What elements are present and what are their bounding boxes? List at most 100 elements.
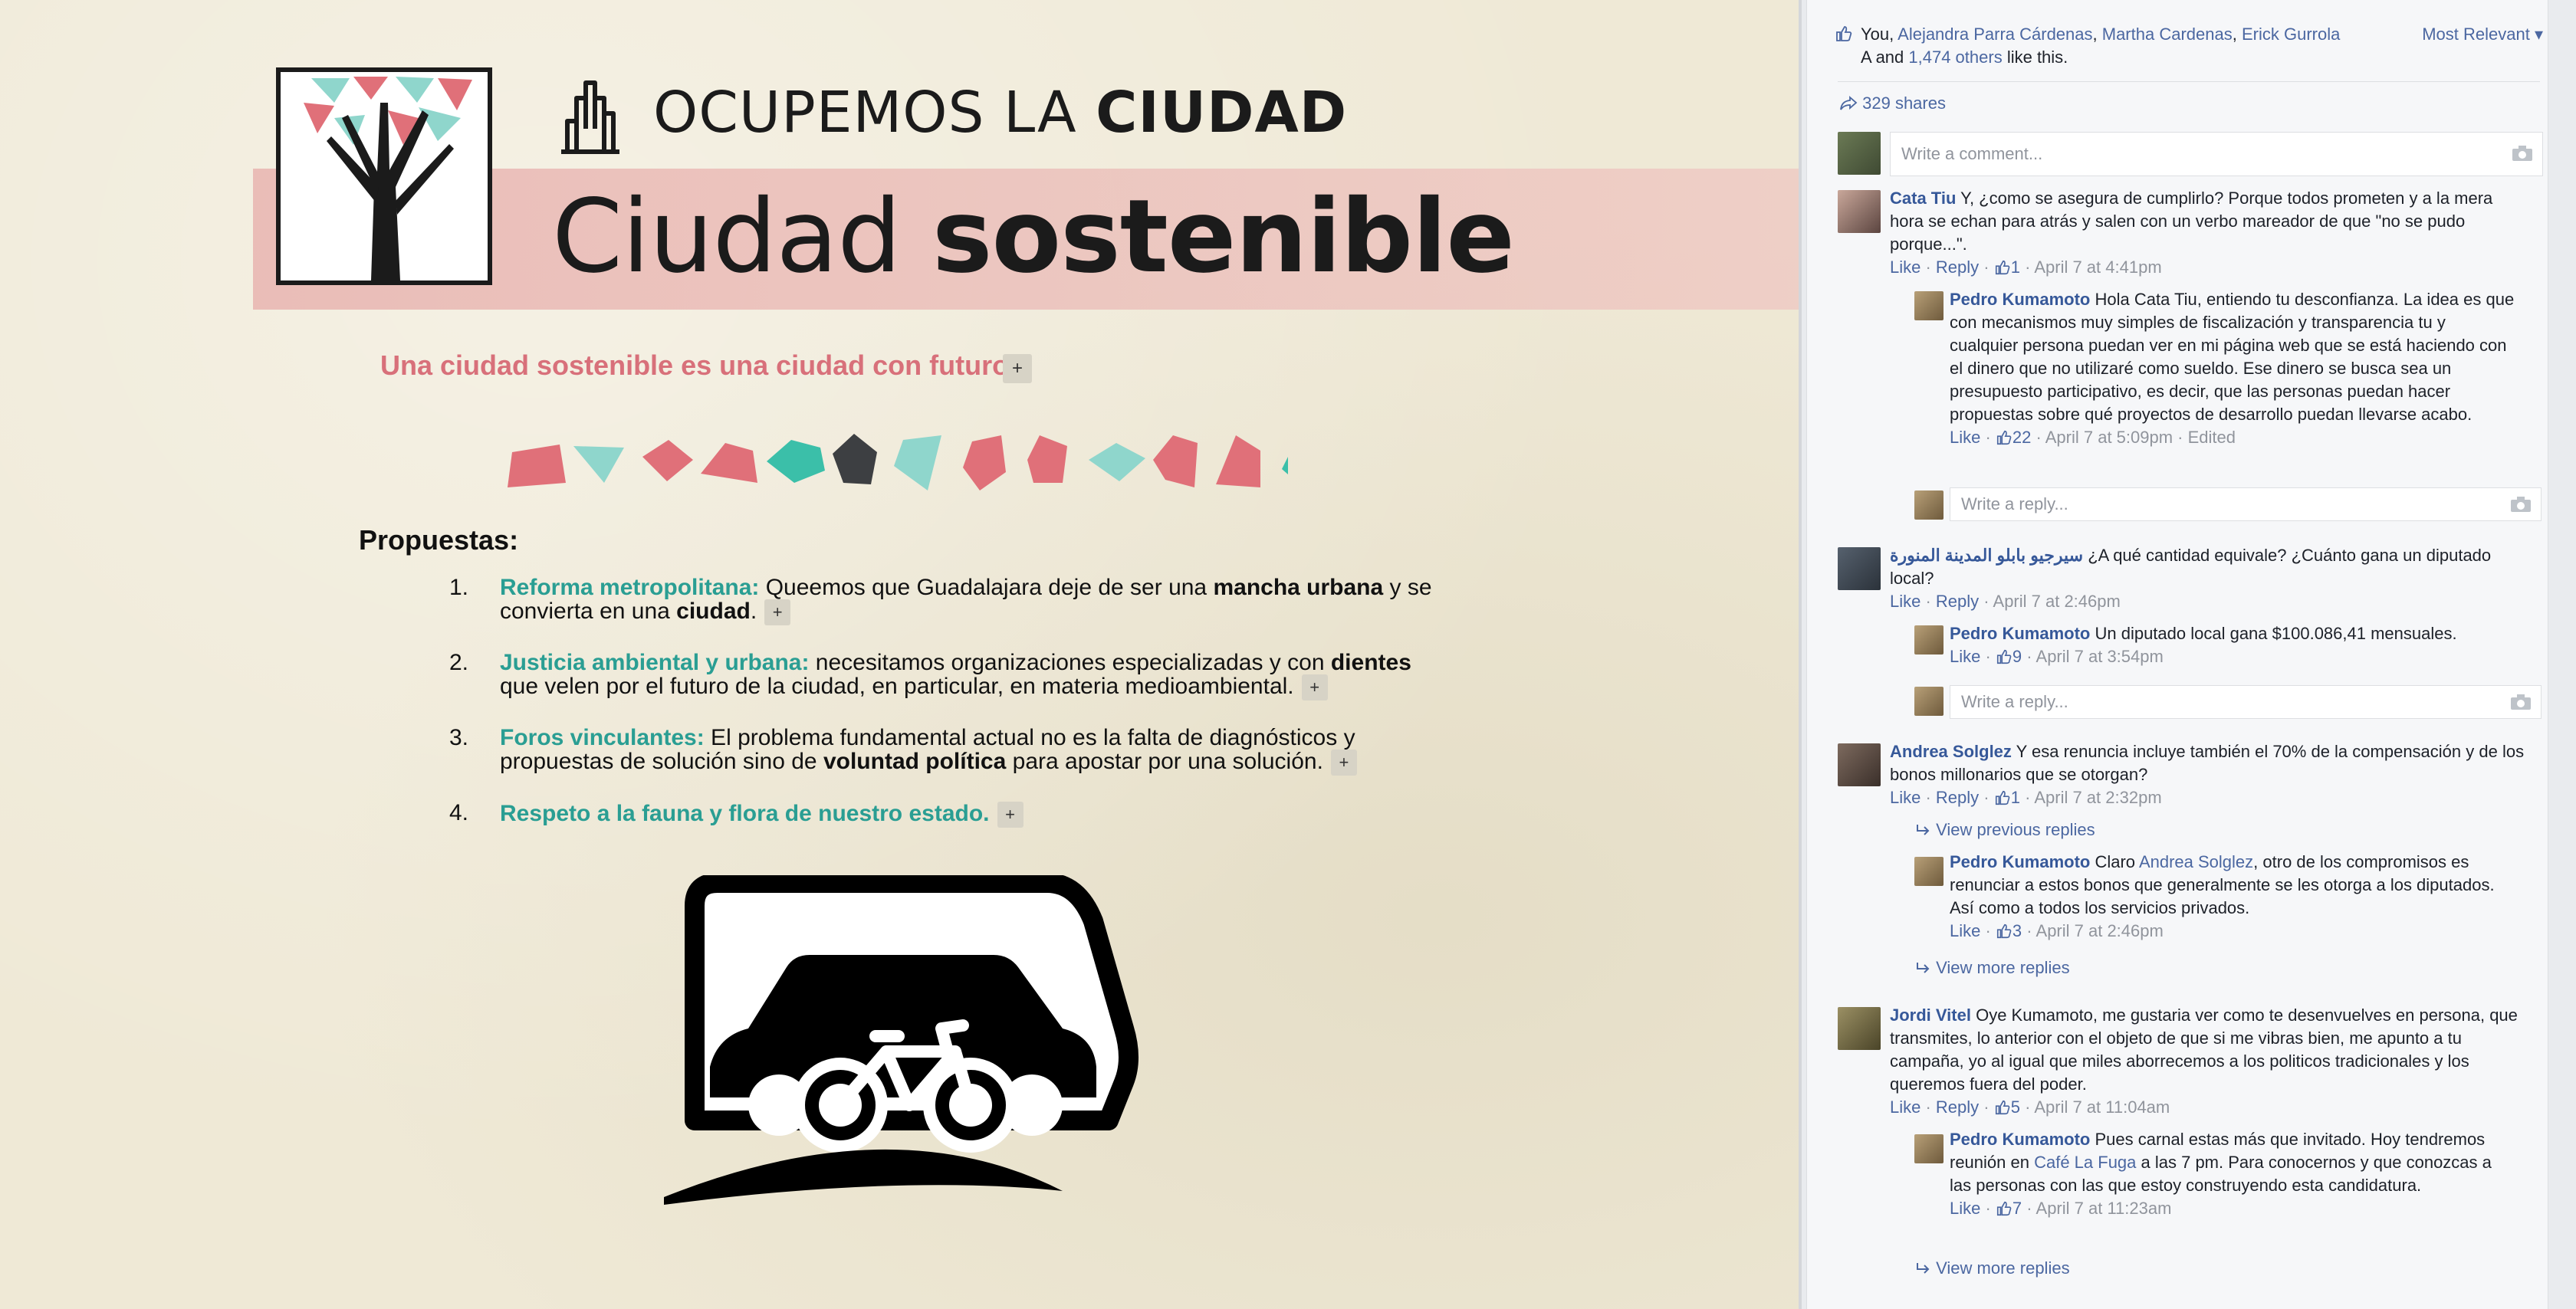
like-thumb-icon [1836, 26, 1852, 41]
like-thumb-icon [1996, 430, 2012, 445]
decorative-polygon [1089, 443, 1145, 481]
timestamp[interactable]: April 7 at 2:32pm [2034, 788, 2161, 807]
timestamp[interactable]: April 7 at 2:46pm [2036, 921, 2164, 940]
commenter-name[interactable]: Pedro Kumamoto [1950, 852, 2090, 871]
liker-link[interactable]: Alejandra Parra Cárdenas [1898, 25, 2092, 44]
comment: Jordi Vitel Oye Kumamoto, me gustaria ve… [1890, 1004, 2531, 1119]
like-link[interactable]: Like [1950, 428, 1980, 447]
brand-name: OCUPEMOS LA CIUDAD [653, 80, 1348, 146]
commenter-name[interactable]: Pedro Kumamoto [1950, 624, 2090, 643]
decorative-polygon [701, 443, 757, 483]
comment-actions: Like · 9 · April 7 at 3:54pm [1950, 647, 2164, 666]
expand-button[interactable]: + [1301, 674, 1328, 700]
like-link[interactable]: Like [1890, 258, 1921, 277]
timestamp[interactable]: April 7 at 11:23am [2036, 1199, 2172, 1218]
avatar [1838, 743, 1881, 786]
commenter-name[interactable]: Andrea Solglez [1890, 742, 2012, 761]
expand-button[interactable]: + [997, 802, 1024, 828]
timestamp[interactable]: April 7 at 11:04am [2034, 1097, 2170, 1117]
proposal-item: 1. Reforma metropolitana: Queemos que Gua… [445, 576, 1441, 625]
timestamp[interactable]: April 7 at 2:46pm [1993, 592, 2121, 611]
comments-panel: You, Alejandra Parra Cárdenas, Martha Ca… [1806, 0, 2548, 1309]
comment-actions: Like · Reply · 5 · April 7 at 11:04am [1890, 1097, 2170, 1117]
commenter-name[interactable]: Pedro Kumamoto [1950, 290, 2090, 309]
commenter-name[interactable]: سيرجيو بابلو المدينة المنورة [1890, 546, 2083, 565]
reply-link[interactable]: Reply [1936, 1097, 1979, 1117]
liker-link[interactable]: Martha Cardenas [2102, 25, 2233, 44]
tree-logo [276, 67, 492, 285]
mention-link[interactable]: Café La Fuga [2034, 1153, 2136, 1172]
decorative-polygon [1027, 435, 1067, 483]
bicycle-car-icon [664, 875, 1138, 1205]
comments-sidebar: You, Alejandra Parra Cárdenas, Martha Ca… [1802, 0, 2576, 1309]
decorative-polygon [642, 440, 693, 481]
comment-input[interactable]: Write a comment... [1890, 132, 2543, 176]
commenter-name[interactable]: Jordi Vitel [1890, 1006, 1971, 1025]
expand-button[interactable]: + [1003, 354, 1032, 383]
reply: Pedro Kumamoto Pues carnal estas más que… [1950, 1128, 2517, 1220]
separator [1838, 81, 2540, 82]
avatar [1914, 1134, 1944, 1163]
likes-summary: You, Alejandra Parra Cárdenas, Martha Ca… [1836, 23, 2543, 69]
like-thumb-icon [1996, 649, 2012, 664]
decorative-polygon [508, 445, 566, 487]
comment: سيرجيو بابلو المدينة المنورة ¿A qué cant… [1890, 544, 2531, 613]
reply-link[interactable]: Reply [1936, 788, 1979, 807]
like-link[interactable]: Like [1950, 921, 1980, 940]
view-more-replies[interactable]: View more replies [1914, 956, 2070, 979]
like-link[interactable]: Like [1890, 1097, 1921, 1117]
expand-button[interactable]: + [764, 599, 791, 625]
comment-actions: Like · 22 · April 7 at 5:09pm · Edited [1950, 428, 2236, 447]
camera-icon[interactable] [2510, 496, 2532, 513]
decorative-polygon [767, 440, 825, 483]
avatar [1914, 625, 1944, 654]
proposal-item: 3. Foros vinculantes: El problema fundame… [445, 727, 1441, 776]
reply-link[interactable]: Reply [1936, 592, 1979, 611]
avatar [1914, 687, 1944, 716]
reply-link[interactable]: Reply [1936, 258, 1979, 277]
like-link[interactable]: Like [1950, 647, 1980, 666]
decorative-polygon [1282, 457, 1288, 475]
share-icon [1840, 96, 1858, 110]
reply-input[interactable]: Write a reply... [1950, 487, 2542, 521]
like-link[interactable]: Like [1890, 788, 1921, 807]
decorative-polygon [1153, 435, 1198, 487]
decorative-polygon [894, 435, 941, 490]
sort-dropdown[interactable]: Most Relevant ▾ [2422, 23, 2543, 46]
timestamp[interactable]: April 7 at 5:09pm · Edited [2045, 428, 2236, 447]
liker-link[interactable]: Erick Gurrola [2242, 25, 2340, 44]
view-more-replies[interactable]: View more replies [1914, 1257, 2070, 1280]
camera-icon[interactable] [2512, 145, 2533, 162]
proposal-item: 4. Respeto a la fauna y flora de nuestro … [445, 802, 1441, 828]
poster-title: Ciudad sostenible [552, 178, 1515, 296]
comment-actions: Like · Reply · April 7 at 2:46pm [1890, 592, 2121, 611]
like-link[interactable]: Like [1950, 1199, 1980, 1218]
like-link[interactable]: Like [1890, 592, 1921, 611]
tagline: Una ciudad sostenible es una ciudad con … [380, 349, 1032, 383]
avatar [1838, 547, 1881, 590]
like-thumb-icon [1996, 924, 2012, 939]
like-thumb-icon [1995, 260, 2010, 275]
commenter-name[interactable]: Cata Tiu [1890, 189, 1956, 208]
others-link[interactable]: 1,474 others [1908, 48, 2002, 67]
comment-actions: Like · 3 · April 7 at 2:46pm [1950, 921, 2164, 940]
shares-count[interactable]: 329 shares [1839, 92, 1946, 115]
building-hand-icon [561, 80, 619, 154]
timestamp[interactable]: April 7 at 4:41pm [2034, 258, 2161, 277]
camera-icon[interactable] [2510, 694, 2532, 710]
view-previous-replies[interactable]: View previous replies [1914, 819, 2095, 842]
like-thumb-icon [1996, 1201, 2012, 1216]
comment-actions: Like · Reply · 1 · April 7 at 4:41pm [1890, 258, 2162, 277]
reply-input[interactable]: Write a reply... [1950, 685, 2542, 719]
mention-link[interactable]: Andrea Solglez [2139, 852, 2253, 871]
comment-actions: Like · Reply · 1 · April 7 at 2:32pm [1890, 788, 2162, 807]
comment: Andrea Solglez Y esa renuncia incluye ta… [1890, 740, 2531, 809]
decorative-shapes [508, 434, 1288, 490]
avatar [1838, 132, 1881, 175]
proposal-item: 2. Justicia ambiental y urbana: necesitam… [445, 651, 1441, 700]
expand-button[interactable]: + [1330, 750, 1357, 776]
timestamp[interactable]: April 7 at 3:54pm [2036, 647, 2164, 666]
commenter-name[interactable]: Pedro Kumamoto [1950, 1130, 2090, 1149]
like-thumb-icon [1995, 1100, 2010, 1115]
decorative-polygon [833, 434, 877, 484]
